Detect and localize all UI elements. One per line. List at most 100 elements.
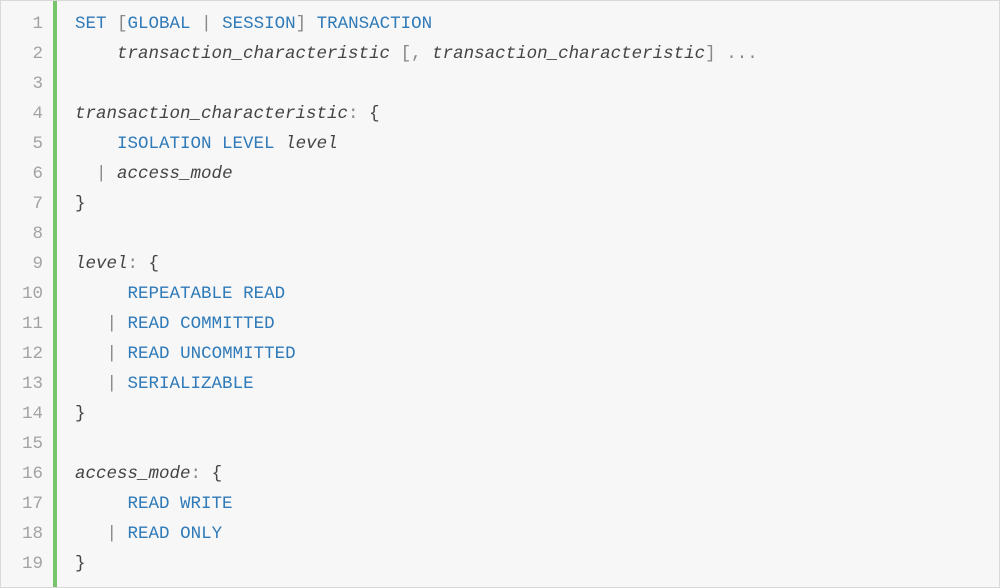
token-kw: WRITE <box>180 494 233 514</box>
line-number: 11 <box>1 309 53 339</box>
token-text <box>117 344 128 364</box>
token-bar: | <box>96 164 107 184</box>
code-line: | READ UNCOMMITTED <box>75 339 999 369</box>
token-text <box>75 314 107 334</box>
line-number: 10 <box>1 279 53 309</box>
token-text <box>117 374 128 394</box>
token-kw: TRANSACTION <box>317 14 433 34</box>
token-ital: transaction_characteristic <box>117 44 390 64</box>
code-line: REPEATABLE READ <box>75 279 999 309</box>
token-text <box>212 134 223 154</box>
token-text <box>75 164 96 184</box>
code-line: } <box>75 189 999 219</box>
token-ital: access_mode <box>75 464 191 484</box>
token-text <box>201 464 212 484</box>
line-number-gutter: 12345678910111213141516171819 <box>1 1 57 587</box>
token-kw: ISOLATION <box>117 134 212 154</box>
code-line: ISOLATION LEVEL level <box>75 129 999 159</box>
token-pun: ] <box>705 44 716 64</box>
token-kw: REPEATABLE <box>128 284 233 304</box>
token-kw: ONLY <box>180 524 222 544</box>
token-text <box>75 284 128 304</box>
token-bar: | <box>201 14 212 34</box>
line-number: 6 <box>1 159 53 189</box>
code-line: } <box>75 399 999 429</box>
token-text <box>170 314 181 334</box>
code-block: 12345678910111213141516171819 SET [GLOBA… <box>0 0 1000 588</box>
token-text <box>170 344 181 364</box>
token-text <box>212 14 223 34</box>
line-number: 3 <box>1 69 53 99</box>
line-number: 2 <box>1 39 53 69</box>
token-brace: { <box>369 104 380 124</box>
token-ital: level <box>75 254 128 274</box>
code-line: | access_mode <box>75 159 999 189</box>
code-line: SET [GLOBAL | SESSION] TRANSACTION <box>75 9 999 39</box>
token-text <box>75 374 107 394</box>
token-kw: READ <box>128 524 170 544</box>
token-pun: [ <box>117 14 128 34</box>
line-number: 18 <box>1 519 53 549</box>
token-ital: level <box>285 134 338 154</box>
token-text <box>191 14 202 34</box>
line-number: 14 <box>1 399 53 429</box>
token-text <box>75 494 128 514</box>
token-kw: READ <box>128 494 170 514</box>
token-ital: transaction_characteristic <box>75 104 348 124</box>
token-bar: | <box>107 374 118 394</box>
token-pun: ... <box>726 44 758 64</box>
token-pun: : <box>348 104 359 124</box>
token-text <box>117 314 128 334</box>
line-number: 5 <box>1 129 53 159</box>
token-kw: GLOBAL <box>128 14 191 34</box>
token-text <box>422 44 433 64</box>
token-kw: READ <box>128 344 170 364</box>
token-text <box>716 44 727 64</box>
token-ital: access_mode <box>117 164 233 184</box>
code-line: } <box>75 549 999 579</box>
token-text <box>359 104 370 124</box>
code-content[interactable]: SET [GLOBAL | SESSION] TRANSACTION trans… <box>57 1 999 587</box>
token-text <box>306 14 317 34</box>
line-number: 4 <box>1 99 53 129</box>
token-ital: transaction_characteristic <box>432 44 705 64</box>
token-brace: } <box>75 554 86 574</box>
code-line: | READ COMMITTED <box>75 309 999 339</box>
token-text <box>75 44 117 64</box>
line-number: 8 <box>1 219 53 249</box>
token-pun: : <box>128 254 139 274</box>
line-number: 13 <box>1 369 53 399</box>
token-text <box>138 254 149 274</box>
code-line: | READ ONLY <box>75 519 999 549</box>
line-number: 16 <box>1 459 53 489</box>
line-number: 1 <box>1 9 53 39</box>
token-text <box>170 494 181 514</box>
token-brace: { <box>212 464 223 484</box>
code-line: access_mode: { <box>75 459 999 489</box>
token-bar: | <box>107 314 118 334</box>
token-pun: [ <box>401 44 412 64</box>
code-line <box>75 429 999 459</box>
token-pun: ] <box>296 14 307 34</box>
token-kw: UNCOMMITTED <box>180 344 296 364</box>
token-kw: LEVEL <box>222 134 275 154</box>
token-text <box>107 164 118 184</box>
token-bar: | <box>107 524 118 544</box>
code-line: transaction_characteristic [, transactio… <box>75 39 999 69</box>
code-line: | SERIALIZABLE <box>75 369 999 399</box>
token-pun: , <box>411 44 422 64</box>
token-text <box>390 44 401 64</box>
line-number: 7 <box>1 189 53 219</box>
line-number: 9 <box>1 249 53 279</box>
token-text <box>170 524 181 544</box>
code-line <box>75 219 999 249</box>
token-kw: READ <box>128 314 170 334</box>
token-brace: } <box>75 404 86 424</box>
code-line: level: { <box>75 249 999 279</box>
token-kw: SET <box>75 14 107 34</box>
token-text <box>75 134 117 154</box>
token-bar: | <box>107 344 118 364</box>
line-number: 19 <box>1 549 53 579</box>
line-number: 17 <box>1 489 53 519</box>
token-kw: SERIALIZABLE <box>128 374 254 394</box>
